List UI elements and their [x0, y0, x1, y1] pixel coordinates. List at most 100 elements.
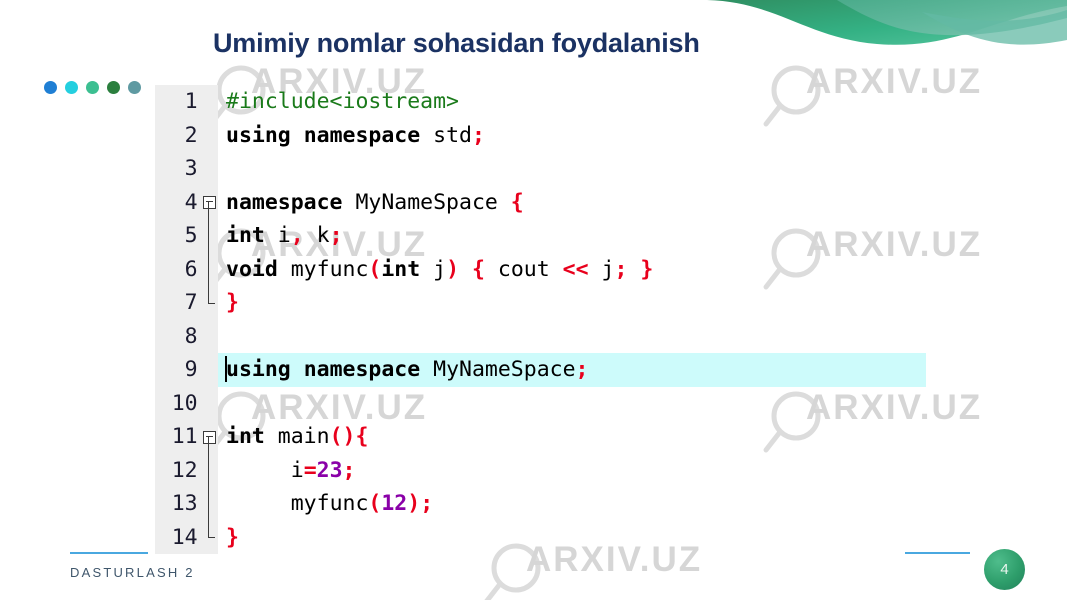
fold-cell	[200, 119, 218, 153]
code-line-content[interactable]: void myfunc(int j) { cout << j; }	[218, 253, 945, 287]
code-line: 3	[155, 152, 945, 186]
code-line: 2 using namespace std;	[155, 118, 945, 153]
fold-guide	[207, 487, 209, 521]
footer-rule-right	[905, 552, 970, 554]
fold-cell	[200, 152, 218, 186]
code-text: }	[226, 524, 239, 550]
line-gutter: 2	[155, 118, 218, 153]
line-number: 9	[184, 357, 198, 382]
line-gutter: 9	[155, 353, 218, 387]
fold-cell	[200, 186, 218, 219]
line-number: 1	[184, 89, 198, 114]
code-text: void myfunc(int j) { cout << j; }	[226, 256, 654, 282]
line-number: 10	[171, 390, 198, 416]
code-line: 13 myfunc(12);	[155, 487, 945, 521]
line-number: 6	[184, 256, 198, 282]
fold-cell	[200, 387, 218, 421]
line-number: 3	[184, 156, 198, 181]
fold-guide	[207, 202, 209, 219]
dot-cyan	[65, 81, 78, 94]
line-number: 8	[184, 323, 198, 349]
fold-cell	[200, 520, 218, 555]
line-number: 5	[184, 223, 198, 248]
code-line-content[interactable]: int main(){	[218, 420, 945, 454]
line-gutter: 10	[155, 386, 218, 421]
code-line-content[interactable]	[218, 152, 945, 186]
code-line-content[interactable]: using namespace std;	[218, 119, 945, 153]
fold-guide	[207, 286, 209, 303]
line-number: 12	[171, 457, 198, 483]
line-number: 2	[184, 122, 198, 148]
code-line-content[interactable]: }	[218, 286, 945, 320]
code-text: using namespace std;	[226, 122, 485, 148]
page-title: Umimiy nomlar sohasidan foydalanish	[213, 28, 700, 58]
fold-guide	[207, 520, 209, 538]
code-line-content[interactable]: #include<iostream>	[218, 85, 945, 119]
code-line: 8	[155, 319, 945, 354]
code-line-content[interactable]: }	[218, 521, 945, 555]
fold-cell	[200, 353, 218, 387]
fold-cell	[200, 252, 218, 286]
code-line-content[interactable]: namespace MyNameSpace {	[218, 186, 945, 220]
code-text: }	[226, 290, 239, 315]
line-number: 14	[171, 524, 198, 550]
line-number: 4	[184, 189, 198, 215]
fold-cell	[200, 219, 218, 253]
fold-guide	[207, 453, 209, 487]
code-line-content[interactable]: myfunc(12);	[218, 487, 945, 521]
line-gutter: 14	[155, 520, 218, 555]
code-line-content[interactable]: i=23;	[218, 454, 945, 488]
code-text: myfunc(12);	[290, 491, 434, 516]
line-number: 7	[184, 290, 198, 315]
dot-slate-teal	[128, 81, 141, 94]
code-line: 9 using namespace MyNameSpace;	[155, 353, 945, 387]
fold-toggle-icon[interactable]	[202, 196, 216, 210]
code-line-content[interactable]: using namespace MyNameSpace;	[218, 353, 945, 387]
code-text: namespace MyNameSpace {	[226, 189, 524, 215]
page-number-text: 4	[1000, 561, 1009, 578]
fold-guide-end	[207, 302, 215, 304]
line-gutter: 7	[155, 286, 218, 320]
fold-toggle-icon[interactable]	[202, 430, 216, 444]
code-line: 6 void myfunc(int j) { cout << j; }	[155, 252, 945, 287]
line-gutter: 3	[155, 152, 218, 186]
slide-canvas: ARXIV.UZ ARXIV.UZ ARXIV.UZ ARXIV.UZ ARXIV.UZ…	[0, 0, 1067, 600]
code-line: 7}	[155, 286, 945, 320]
fold-guide-end	[207, 537, 215, 539]
line-gutter: 4	[155, 185, 218, 219]
page-number-badge: 4	[984, 549, 1025, 590]
code-line-content[interactable]: int i, k;	[218, 219, 945, 253]
code-line-content[interactable]	[218, 387, 945, 421]
line-gutter: 11	[155, 420, 218, 454]
dot-dark-green	[107, 81, 120, 94]
fold-cell	[200, 286, 218, 320]
fold-guide	[207, 252, 209, 286]
dot-teal	[86, 81, 99, 94]
code-line: 11 int main(){	[155, 420, 945, 454]
code-text: #include<iostream>	[226, 89, 459, 114]
code-line: 1 #include<iostream>	[155, 85, 945, 119]
line-number: 11	[171, 424, 198, 449]
code-editor: 1 #include<iostream> 2 using namespace std;…	[155, 85, 945, 554]
code-line: 12 i=23;	[155, 453, 945, 488]
fold-cell	[200, 453, 218, 487]
fold-cell	[200, 420, 218, 454]
code-line: 5 int i, k;	[155, 219, 945, 253]
footer-rule-left	[70, 552, 148, 554]
code-line: 4 namespace MyNameSpace {	[155, 185, 945, 220]
fold-guide	[207, 219, 209, 253]
line-gutter: 1	[155, 85, 218, 119]
fold-cell	[200, 487, 218, 521]
footer-label: DASTURLASH 2	[70, 565, 195, 580]
text-caret	[225, 356, 227, 382]
code-line-content[interactable]	[218, 320, 945, 354]
code-text: int i, k;	[226, 223, 343, 248]
code-line: 14}	[155, 520, 945, 555]
line-gutter: 8	[155, 319, 218, 354]
fold-cell	[200, 320, 218, 354]
code-text: i=23;	[290, 457, 356, 483]
code-text: int main(){	[226, 424, 369, 449]
code-line: 10	[155, 386, 945, 421]
